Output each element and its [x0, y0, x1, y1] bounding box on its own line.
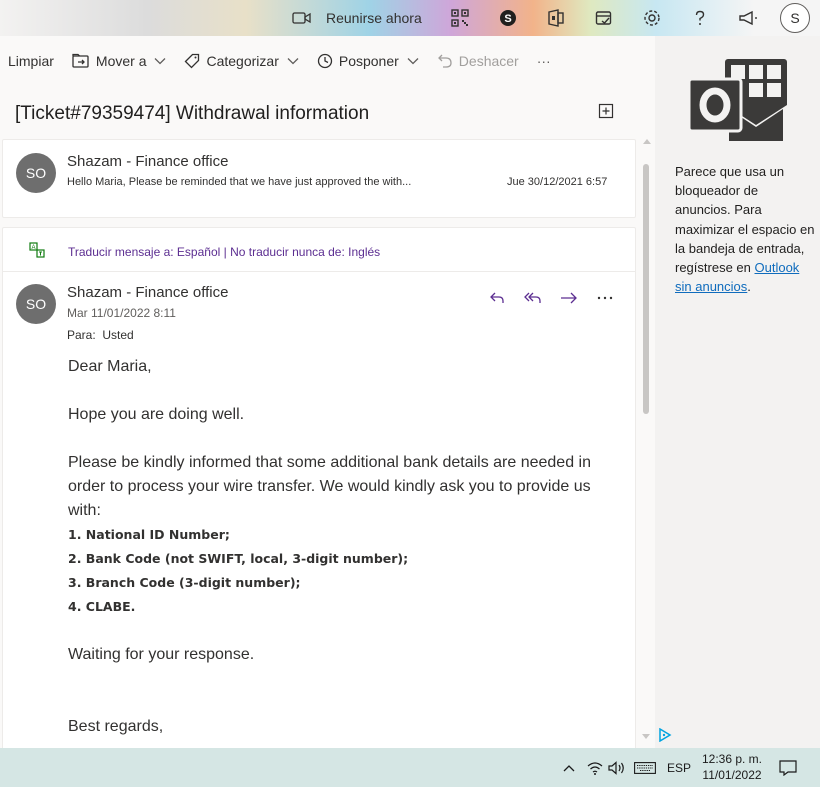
categorize-label: Categorizar	[206, 53, 279, 69]
ad-notice-suffix: .	[747, 279, 751, 295]
clock-icon	[317, 53, 333, 69]
message-actions	[479, 286, 623, 310]
clean-button[interactable]: Limpiar	[8, 53, 54, 69]
outlook-logo-icon	[689, 59, 787, 145]
email-subject: [Ticket#79359474] Withdrawal information	[15, 103, 370, 124]
sender-name: Shazam - Finance office	[67, 284, 229, 301]
body-line-2: Please be kindly informed that some addi…	[68, 454, 591, 519]
move-folder-icon	[72, 53, 89, 68]
more-actions-button[interactable]: ···	[537, 53, 551, 69]
meet-now-label: Reunirse ahora	[326, 10, 422, 26]
message-preview: Hello Maria, Please be reminded that we …	[67, 176, 412, 188]
chevron-down-icon	[407, 58, 419, 65]
video-camera-icon	[292, 12, 311, 24]
office-icon[interactable]	[544, 6, 568, 30]
snooze-label: Posponer	[338, 53, 399, 69]
reading-pane-scrollbar[interactable]	[640, 139, 654, 747]
to-label: Para:	[67, 328, 96, 342]
wifi-icon[interactable]	[584, 748, 606, 787]
move-to-button[interactable]: Mover a	[72, 53, 167, 69]
sender-name: Shazam - Finance office	[67, 153, 229, 170]
ad-blocker-notice: Parece que usa un bloqueador de anuncios…	[675, 162, 815, 296]
recipient-line: Para: Usted	[67, 328, 134, 342]
svg-text:S: S	[504, 13, 511, 25]
svg-text:A: A	[31, 245, 35, 251]
expanded-message: A Traducir mensaje a: Español | No tradu…	[2, 227, 636, 757]
translate-links[interactable]: Traducir mensaje a: Español | No traduci…	[68, 245, 380, 259]
more-actions-label: ···	[536, 53, 551, 69]
help-question-icon[interactable]	[688, 6, 712, 30]
list-item: 3. Branch Code (3-digit number);	[68, 575, 301, 590]
clock-time: 12:36 p. m.	[701, 752, 763, 766]
sender-avatar: SO	[16, 153, 56, 193]
clean-label: Limpiar	[8, 53, 54, 69]
scroll-up-arrow[interactable]	[643, 139, 651, 144]
reply-all-button[interactable]	[515, 286, 551, 310]
body-line-1: Hope you are doing well.	[68, 406, 245, 423]
volume-speaker-icon[interactable]	[606, 748, 628, 787]
categorize-button[interactable]: Categorizar	[184, 53, 299, 69]
translate-icon: A	[29, 242, 45, 258]
notifications-icon[interactable]	[774, 748, 802, 787]
message-date: Mar 11/01/2022 8:11	[67, 306, 176, 320]
list-item: 1. National ID Number;	[68, 527, 230, 542]
to-value: Usted	[102, 328, 134, 342]
more-dots-icon	[597, 296, 613, 300]
message-date: Jue 30/12/2021 6:57	[507, 176, 608, 188]
undo-button[interactable]: Deshacer	[437, 53, 519, 69]
forward-arrow-icon	[561, 292, 577, 304]
greeting: Dear Maria,	[68, 358, 152, 375]
account-avatar[interactable]: S	[780, 3, 810, 33]
chevron-down-icon	[287, 58, 299, 65]
meet-now-button[interactable]: Reunirse ahora	[292, 7, 422, 29]
sender-avatar: SO	[16, 284, 56, 324]
body-line-3: Waiting for your response.	[68, 646, 255, 663]
open-in-new-window-icon[interactable]	[598, 103, 614, 119]
adchoices-icon[interactable]	[658, 728, 672, 742]
scroll-thumb[interactable]	[643, 164, 649, 414]
move-to-label: Mover a	[95, 53, 147, 69]
ad-panel: Parece que usa un bloqueador de anuncios…	[655, 36, 820, 748]
command-bar: Limpiar Mover a Categorizar Posponer Des…	[0, 42, 655, 80]
settings-gear-icon[interactable]	[640, 6, 664, 30]
ad-notice-text: Parece que usa un bloqueador de anuncios…	[675, 164, 815, 276]
windows-taskbar: ESP 12:36 p. m. 11/01/2022	[0, 748, 820, 787]
list-item: 4. CLABE.	[68, 599, 136, 614]
account-avatar-initial: S	[790, 10, 800, 26]
reply-button[interactable]	[479, 286, 515, 310]
translate-bar: A Traducir mensaje a: Español | No tradu…	[3, 228, 635, 272]
sender-initials: SO	[25, 165, 47, 181]
input-language[interactable]: ESP	[664, 748, 694, 787]
forward-button[interactable]	[551, 286, 587, 310]
system-clock[interactable]: 12:36 p. m. 11/01/2022	[700, 751, 764, 783]
megaphone-feedback-icon[interactable]	[736, 6, 760, 30]
requested-details-list: 1. National ID Number; 2. Bank Code (not…	[68, 523, 608, 619]
snooze-button[interactable]: Posponer	[317, 53, 419, 69]
qr-code-icon[interactable]	[448, 6, 472, 30]
undo-label: Deshacer	[458, 53, 519, 69]
top-header: Reunirse ahora S S	[0, 0, 820, 36]
tag-icon	[185, 53, 200, 69]
skype-icon[interactable]: S	[496, 6, 520, 30]
scroll-down-arrow[interactable]	[642, 734, 650, 739]
message-body: Dear Maria, Hope you are doing well. Ple…	[68, 355, 608, 756]
reply-all-icon	[524, 292, 541, 303]
more-options-button[interactable]	[587, 286, 623, 310]
list-item: 2. Bank Code (not SWIFT, local, 3-digit …	[68, 551, 409, 566]
show-hidden-icons-chevron-icon[interactable]	[556, 748, 582, 787]
reply-icon	[490, 292, 504, 303]
sender-initials: SO	[25, 296, 47, 312]
closing: Best regards,	[68, 718, 164, 735]
collapsed-message[interactable]: SO Shazam - Finance office Hello Maria, …	[2, 139, 636, 218]
clock-date: 11/01/2022	[702, 768, 762, 782]
keyboard-icon[interactable]	[632, 748, 658, 787]
chevron-down-icon	[155, 58, 166, 65]
calendar-check-icon[interactable]	[592, 6, 616, 30]
undo-icon	[437, 54, 452, 68]
